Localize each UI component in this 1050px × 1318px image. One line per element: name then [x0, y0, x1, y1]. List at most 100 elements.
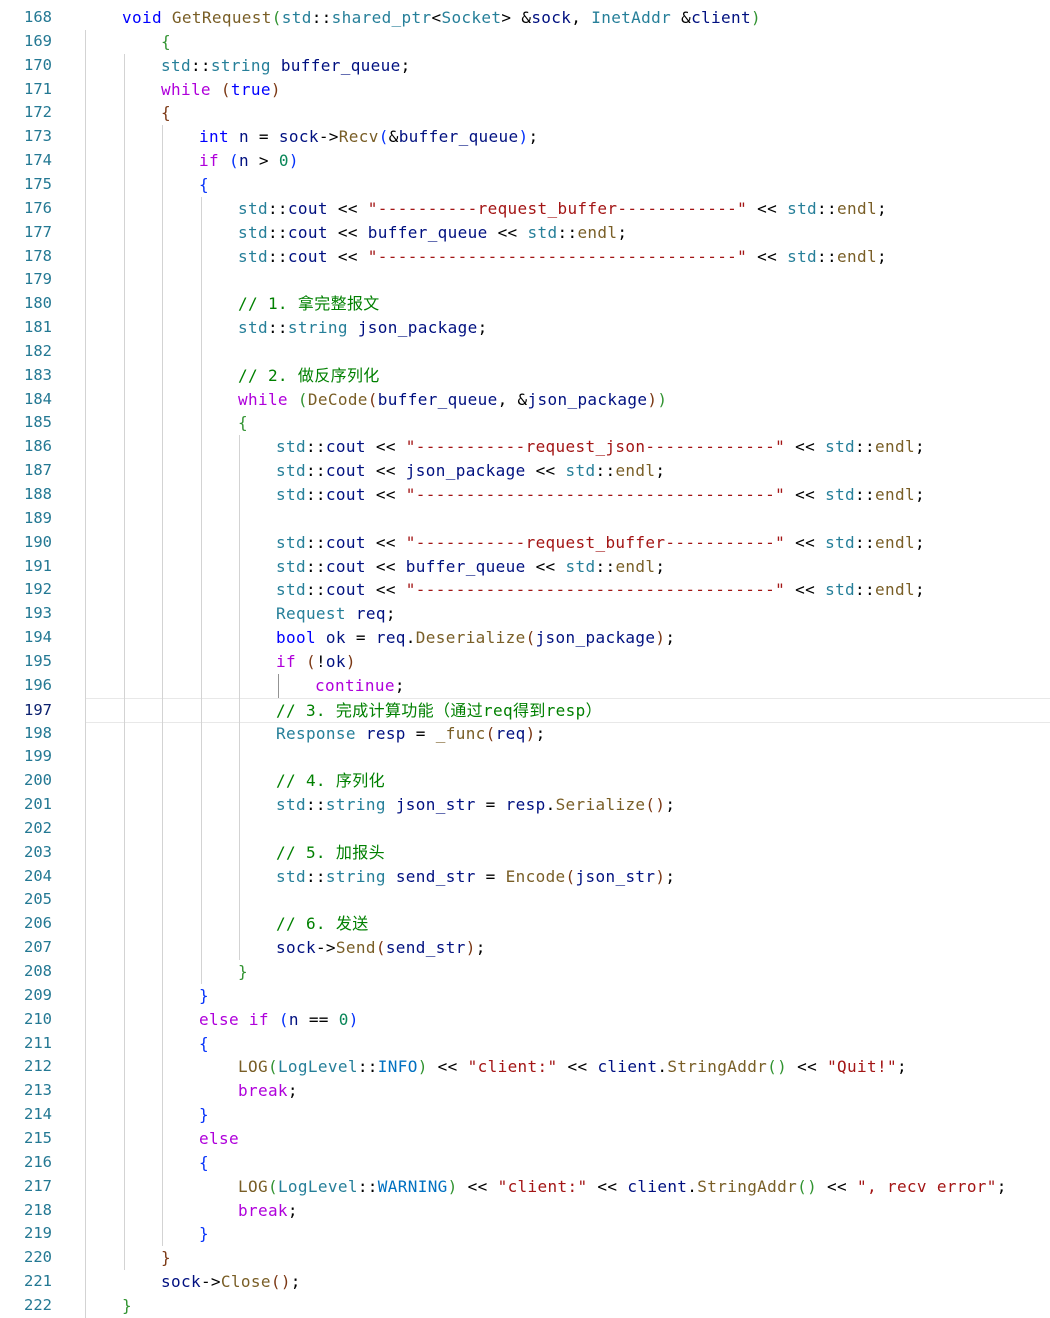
code-text: } [199, 1222, 209, 1246]
code-token: Close [220, 1272, 271, 1292]
code-line[interactable]: 208} [0, 960, 1050, 984]
code-line[interactable]: 219} [0, 1222, 1050, 1246]
code-line[interactable]: 220} [0, 1246, 1050, 1270]
code-token: = [475, 795, 506, 815]
code-token: client [597, 1057, 658, 1077]
code-token: Send [335, 938, 376, 958]
code-token: ( [267, 1176, 278, 1196]
code-line[interactable]: 171 while (true) [0, 78, 1050, 102]
code-line[interactable]: 222} [0, 1294, 1050, 1318]
code-editor[interactable]: 168 void GetRequest(std::shared_ptr<Socke… [0, 6, 1050, 1318]
line-number: 209 [24, 985, 52, 1004]
code-line[interactable]: 199 [0, 745, 1050, 769]
code-token: << [785, 580, 826, 600]
code-line[interactable]: 172 { [0, 101, 1050, 125]
code-line[interactable]: 218 break; [0, 1199, 1050, 1223]
code-line[interactable]: 202 [0, 817, 1050, 841]
code-line[interactable]: 180 // 1. 拿完整报文 [0, 292, 1050, 316]
code-token: std [276, 556, 306, 576]
code-token: :: [855, 437, 876, 457]
line-number: 205 [24, 890, 52, 909]
code-text: } [199, 984, 209, 1008]
code-line[interactable]: 193 Request req; [0, 602, 1050, 626]
code-token: client [691, 8, 751, 27]
line-number: 212 [24, 1057, 52, 1076]
code-line[interactable]: 176 std::cout << "----------request_buffe… [0, 197, 1050, 221]
line-number: 182 [24, 341, 52, 360]
code-line[interactable]: 185 { [0, 411, 1050, 435]
code-token: if [276, 651, 296, 671]
code-line[interactable]: 201 std::string json_str = resp.Serialize… [0, 793, 1050, 817]
code-token: ; [665, 795, 676, 815]
code-line[interactable]: 215 else [0, 1127, 1050, 1151]
code-line[interactable]: 203 // 5. 加报头 [0, 841, 1050, 865]
code-line[interactable]: 186 std::cout << "-----------request_json… [0, 435, 1050, 459]
code-line[interactable]: 190 std::cout << "-----------request_buff… [0, 531, 1050, 555]
code-text: while (DeCode(buffer_queue, &json_packag… [238, 388, 667, 412]
code-line[interactable]: 198 Response resp = _func(req); [0, 722, 1050, 746]
code-line[interactable]: 217 LOG(LogLevel::WARNING) << "client:" <… [0, 1175, 1050, 1199]
code-line[interactable]: 179 [0, 268, 1050, 292]
code-line[interactable]: 188 std::cout << "-----------------------… [0, 483, 1050, 507]
code-line[interactable]: 191 std::cout << buffer_queue << std::end… [0, 555, 1050, 579]
code-token: ", recv error" [857, 1176, 997, 1196]
code-token: std [238, 246, 268, 266]
code-line[interactable]: 200 // 4. 序列化 [0, 769, 1050, 793]
code-token: json_str [575, 866, 656, 886]
code-text: { [238, 411, 248, 435]
code-token: :: [357, 1057, 378, 1077]
code-line[interactable]: 178 std::cout << "-----------------------… [0, 245, 1050, 269]
code-line[interactable]: 196 continue; [0, 674, 1050, 698]
code-token: :: [595, 556, 616, 576]
code-token: == [298, 1009, 339, 1029]
code-line[interactable]: 206 // 6. 发送 [0, 912, 1050, 936]
code-line[interactable]: 207 sock->Send(send_str); [0, 936, 1050, 960]
code-line[interactable]: 210 else if (n == 0) [0, 1008, 1050, 1032]
code-line[interactable]: 169 { [0, 30, 1050, 54]
code-line[interactable]: 213 break; [0, 1079, 1050, 1103]
code-line[interactable]: 204 std::string send_str = Encode(json_st… [0, 865, 1050, 889]
code-token: << [785, 532, 826, 552]
code-line[interactable]: 211 { [0, 1032, 1050, 1056]
code-token: :: [855, 532, 876, 552]
code-token: ; [914, 580, 925, 600]
code-line[interactable]: 181 std::string json_package; [0, 316, 1050, 340]
code-line[interactable]: 216 { [0, 1151, 1050, 1175]
code-line[interactable]: 170 std::string buffer_queue; [0, 54, 1050, 78]
code-token: ) [518, 127, 529, 147]
code-line[interactable]: 177 std::cout << buffer_queue << std::end… [0, 221, 1050, 245]
code-line[interactable]: 173 int n = sock->Recv(&buffer_queue); [0, 125, 1050, 149]
code-line[interactable]: 187 std::cout << json_package << std::end… [0, 459, 1050, 483]
code-token: LOG [238, 1176, 268, 1196]
code-line[interactable]: 197 // 3. 完成计算功能（通过req得到resp） [24, 697, 1050, 724]
code-line[interactable]: 192 std::cout << "-----------------------… [0, 578, 1050, 602]
code-token: << [787, 1057, 828, 1077]
code-line[interactable]: 209} [0, 984, 1050, 1008]
code-line[interactable]: 168 void GetRequest(std::shared_ptr<Socke… [0, 6, 1050, 30]
code-line[interactable]: 214} [0, 1103, 1050, 1127]
code-line[interactable]: 195 if (!ok) [0, 650, 1050, 674]
line-number: 175 [24, 174, 52, 193]
code-token: :: [817, 246, 838, 266]
code-line[interactable]: 174 if (n > 0) [0, 149, 1050, 173]
code-token: endl [615, 556, 656, 576]
code-line[interactable]: 183 // 2. 做反序列化 [0, 364, 1050, 388]
code-line[interactable]: 194 bool ok = req.Deserialize(json_packag… [0, 626, 1050, 650]
code-token: << [525, 461, 566, 481]
code-line[interactable]: 184 while (DeCode(buffer_queue, &json_pac… [0, 388, 1050, 412]
line-number: 219 [24, 1224, 52, 1243]
code-line[interactable]: 212 LOG(LogLevel::INFO) << "client:" << c… [0, 1055, 1050, 1079]
code-text: // 2. 做反序列化 [238, 364, 380, 388]
code-line[interactable]: 182 [0, 340, 1050, 364]
code-token: "------------------------------------" [405, 580, 786, 600]
line-number: 173 [24, 127, 52, 146]
code-token: ; [528, 127, 539, 147]
code-line[interactable]: 175 { [0, 173, 1050, 197]
code-line[interactable]: 205 [0, 888, 1050, 912]
code-line[interactable]: 189 [0, 507, 1050, 531]
code-line[interactable]: 221 sock->Close(); [0, 1270, 1050, 1294]
code-token: :: [855, 580, 876, 600]
line-number: 185 [24, 413, 52, 432]
